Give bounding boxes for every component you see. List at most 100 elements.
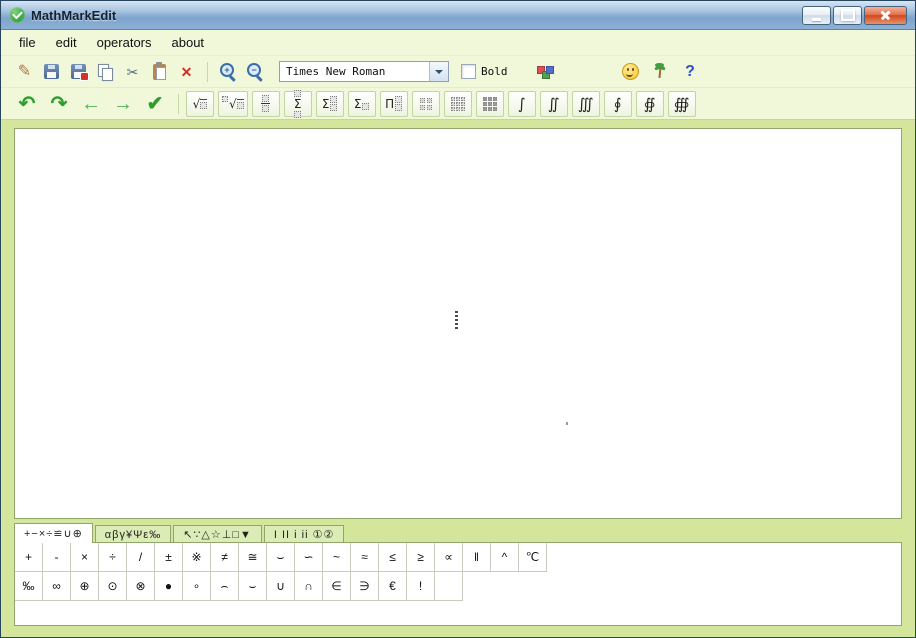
symbol-cell[interactable]: ± (155, 543, 183, 572)
symbol-cell[interactable]: ⌣ (239, 572, 267, 601)
apply-button[interactable]: ✔ (139, 91, 171, 117)
integral-button[interactable]: ∫ (508, 91, 536, 117)
undo-button[interactable]: ↶ (11, 91, 43, 117)
menu-item-about[interactable]: about (162, 31, 215, 54)
format-button[interactable] (532, 59, 559, 84)
nth-root-button[interactable]: √ (218, 91, 248, 117)
paste-icon (153, 64, 166, 80)
paste-button[interactable] (146, 59, 173, 84)
forward-button[interactable]: → (107, 91, 139, 117)
app-icon (9, 7, 25, 23)
edit-pencil-button[interactable]: ✎ (11, 59, 38, 84)
symbol-tab-4[interactable]: I II i ii ①② (264, 525, 344, 543)
bold-checkbox[interactable] (461, 64, 476, 79)
zoom-in-icon: + (220, 63, 237, 80)
symbol-cell[interactable]: + (15, 543, 43, 572)
symbol-cell[interactable]: ⊙ (99, 572, 127, 601)
delete-button[interactable]: ✕ (173, 59, 200, 84)
symbol-tab-1[interactable]: +−×÷≌∪⊕ (14, 523, 93, 543)
minimize-icon (812, 18, 821, 21)
triple-integral-button[interactable]: ∭ (572, 91, 600, 117)
symbol-cell[interactable]: ≅ (239, 543, 267, 572)
menu-item-edit[interactable]: edit (46, 31, 87, 54)
symbol-cell[interactable]: ^ (491, 543, 519, 572)
volume-integral-icon: ∰ (674, 95, 690, 113)
symbol-row: +-×÷/±※≠≅⌣∽~≈≤≥∝‖^℃ (15, 543, 901, 572)
matrix-3x3-button[interactable] (444, 91, 472, 117)
save-as-icon (71, 64, 86, 79)
window-controls (802, 6, 907, 25)
sqrt-button[interactable]: √ (186, 91, 214, 117)
maximize-button[interactable] (833, 6, 862, 25)
symbol-cell[interactable]: ≥ (407, 543, 435, 572)
symbol-cell[interactable]: × (71, 543, 99, 572)
editor-canvas[interactable] (14, 128, 902, 519)
chevron-down-icon[interactable] (429, 62, 448, 81)
symbol-cell[interactable]: ⊕ (71, 572, 99, 601)
matrix-3x3-filled-button[interactable] (476, 91, 504, 117)
double-integral-button[interactable]: ∬ (540, 91, 568, 117)
file-edit-group: ✎ ✂ ✕ (11, 59, 200, 84)
symbol-cell[interactable]: ∞ (43, 572, 71, 601)
symbol-tab-3[interactable]: ↖∵△☆⊥□▼ (173, 525, 262, 543)
symbol-cell[interactable]: ⌣ (267, 543, 295, 572)
save-as-button[interactable] (65, 59, 92, 84)
symbol-tab-2[interactable]: αβγ¥Ψε‰ (95, 525, 171, 543)
surface-integral-button[interactable]: ∯ (636, 91, 664, 117)
symbol-cell[interactable]: ∋ (351, 572, 379, 601)
help-button[interactable]: ? (677, 59, 704, 84)
sum-limits-button[interactable]: Σ (284, 91, 312, 117)
symbol-cell[interactable]: ‖ (463, 543, 491, 572)
redo-button[interactable]: ↷ (43, 91, 75, 117)
back-button[interactable]: ← (75, 91, 107, 117)
save-button[interactable] (38, 59, 65, 84)
bold-toggle[interactable]: Bold (461, 64, 508, 79)
menu-item-file[interactable]: file (9, 31, 46, 54)
font-selector[interactable]: Times New Roman (279, 61, 449, 82)
matrix-2x2-button[interactable] (412, 91, 440, 117)
smiley-button[interactable] (617, 59, 644, 84)
symbol-cell (435, 572, 463, 601)
symbol-cell[interactable]: ! (407, 572, 435, 601)
symbol-cell[interactable]: / (127, 543, 155, 572)
symbol-cell[interactable]: ∽ (295, 543, 323, 572)
symbol-cell[interactable]: ∈ (323, 572, 351, 601)
zoom-in-button[interactable]: + (215, 59, 242, 84)
format-icon (537, 65, 553, 79)
symbol-cell[interactable]: ∝ (435, 543, 463, 572)
close-button[interactable] (864, 6, 907, 25)
sum-sub-button[interactable]: Σ (348, 91, 376, 117)
text-caret (455, 311, 458, 331)
palm-button[interactable] (646, 59, 673, 84)
symbol-cell[interactable]: ℃ (519, 543, 547, 572)
symbol-cell[interactable]: ⌢ (211, 572, 239, 601)
symbol-cell[interactable]: ※ (183, 543, 211, 572)
symbol-cell[interactable]: ● (155, 572, 183, 601)
symbol-grid: +-×÷/±※≠≅⌣∽~≈≤≥∝‖^℃‰∞⊕⊙⊗●∘⌢⌣∪∩∈∋€! (15, 543, 901, 601)
symbol-cell[interactable]: - (43, 543, 71, 572)
symbol-cell[interactable]: ~ (323, 543, 351, 572)
sum-subsup-button[interactable]: Σ (316, 91, 344, 117)
symbol-cell[interactable]: ∘ (183, 572, 211, 601)
product-button[interactable]: Π (380, 91, 408, 117)
symbol-cell[interactable]: ≤ (379, 543, 407, 572)
symbol-cell[interactable]: ‰ (15, 572, 43, 601)
zoom-out-button[interactable]: − (242, 59, 269, 84)
copy-button[interactable] (92, 59, 119, 84)
symbol-cell[interactable]: € (379, 572, 407, 601)
symbol-cell[interactable]: ⊗ (127, 572, 155, 601)
fraction-button[interactable] (252, 91, 280, 117)
symbol-cell[interactable]: ∪ (267, 572, 295, 601)
volume-integral-button[interactable]: ∰ (668, 91, 696, 117)
symbol-cell[interactable]: ≈ (351, 543, 379, 572)
operator-group: √√ΣΣΣΠ∫∬∭∮∯∰ (186, 91, 700, 117)
symbol-cell[interactable]: ∩ (295, 572, 323, 601)
cut-icon: ✂ (127, 65, 139, 79)
minimize-button[interactable] (802, 6, 831, 25)
misc-group: ? (512, 59, 704, 84)
symbol-cell[interactable]: ≠ (211, 543, 239, 572)
contour-integral-button[interactable]: ∮ (604, 91, 632, 117)
symbol-cell[interactable]: ÷ (99, 543, 127, 572)
menu-item-operators[interactable]: operators (87, 31, 162, 54)
cut-button[interactable]: ✂ (119, 59, 146, 84)
